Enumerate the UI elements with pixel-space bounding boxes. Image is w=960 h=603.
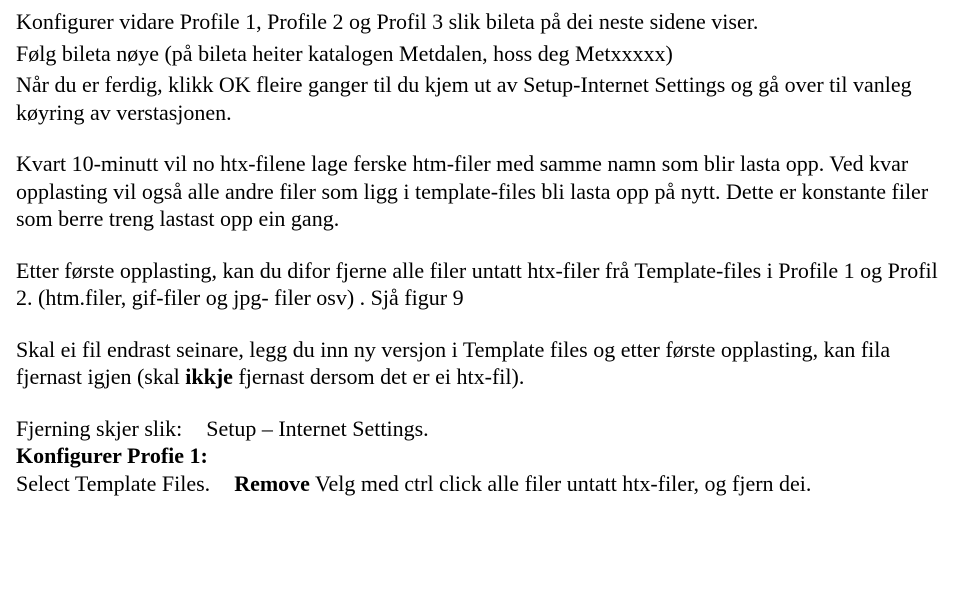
text: Konfigurer vidare Profile 1, Profile 2 o… — [16, 9, 758, 34]
paragraph-after-upload: Etter første opplasting, kan du difor fj… — [16, 257, 944, 312]
text: Når du er ferdig, klikk OK fleire ganger… — [16, 72, 912, 125]
text: Setup – Internet Settings. — [206, 416, 428, 441]
document-body: Konfigurer vidare Profile 1, Profile 2 o… — [0, 0, 960, 513]
text: Konfigurer Profie 1: — [16, 443, 208, 468]
text: fjernast dersom det er ei htx-fil). — [233, 364, 524, 389]
text: Følg bileta nøye (på bileta heiter katal… — [16, 41, 673, 66]
paragraph-configure: Konfigurer Profie 1: — [16, 442, 944, 470]
text: Velg med ctrl click alle filer untatt ht… — [310, 471, 811, 496]
paragraph-finish: Når du er ferdig, klikk OK fleire ganger… — [16, 71, 944, 126]
paragraph-file-change: Skal ei fil endrast seinare, legg du inn… — [16, 336, 944, 391]
paragraph-intro: Konfigurer vidare Profile 1, Profile 2 o… — [16, 8, 944, 36]
text: Select Template Files. — [16, 471, 210, 496]
paragraph-select-template: Select Template Files. Remove Velg med ct… — [16, 470, 944, 498]
text: Fjerning skjer slik: — [16, 416, 182, 441]
paragraph-interval: Kvart 10-minutt vil no htx-filene lage f… — [16, 150, 944, 233]
paragraph-removal: Fjerning skjer slik: Setup – Internet Set… — [16, 415, 944, 443]
paragraph-follow: Følg bileta nøye (på bileta heiter katal… — [16, 40, 944, 68]
text: Etter første opplasting, kan du difor fj… — [16, 258, 938, 311]
text: Kvart 10-minutt vil no htx-filene lage f… — [16, 151, 928, 231]
text-bold-remove: Remove — [234, 471, 310, 496]
text-bold-ikkje: ikkje — [185, 364, 233, 389]
